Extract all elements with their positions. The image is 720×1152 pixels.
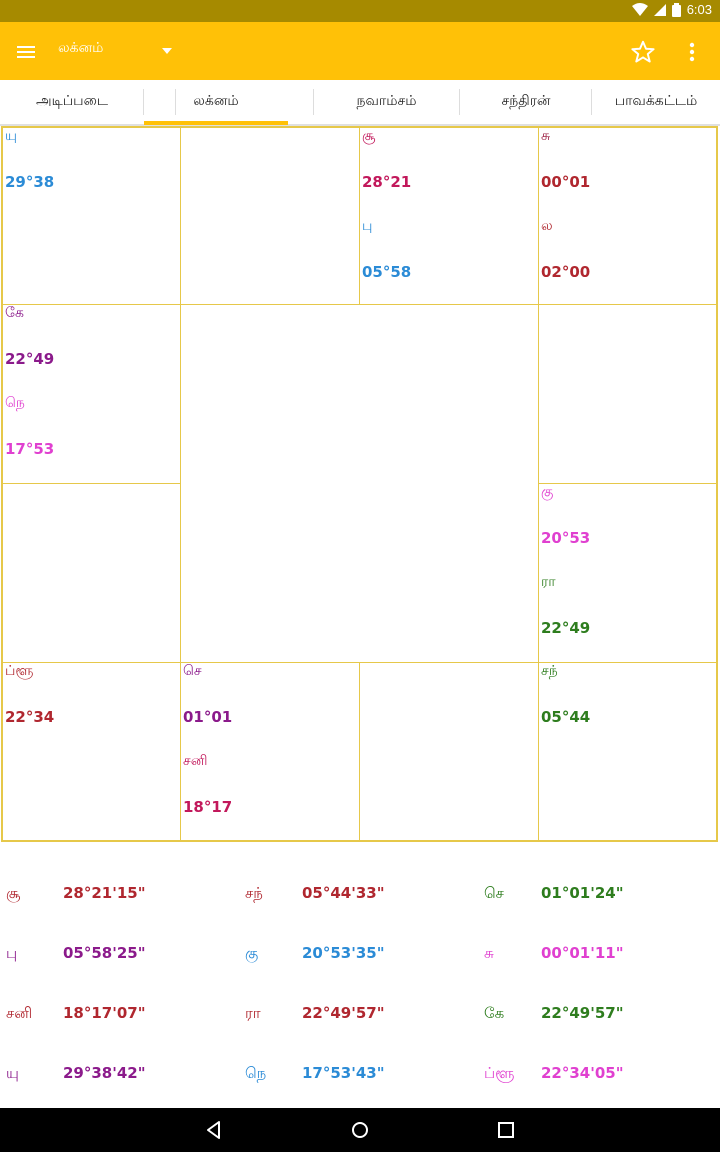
house-cell[interactable] (180, 127, 360, 305)
planet-degree: 00°01 (541, 173, 591, 191)
house-cell[interactable] (2, 483, 181, 663)
planet-degree: 22°34 (5, 708, 55, 726)
signal-icon (653, 3, 666, 16)
table-row: சூ 28°21'15" சந் 05°44'33" செ 01°01'24" (0, 884, 720, 914)
planet-degree: 01°01 (183, 708, 233, 726)
planet-abbr: பு (362, 218, 373, 234)
tab-label: பாவக்கட்டம் (614, 93, 698, 109)
planet-longitude: 22°49'57" (302, 1004, 385, 1022)
planet-abbr: சந் (245, 884, 263, 902)
planet-degree: 05°44 (541, 708, 591, 726)
planet-longitude: 18°17'07" (63, 1004, 146, 1022)
table-row: சனி 18°17'07" ரா 22°49'57" கே 22°49'57" (0, 1004, 720, 1034)
planet-abbr: சனி (6, 1004, 33, 1022)
table-row: பு 05°58'25" கு 20°53'35" சு 00°01'11" (0, 944, 720, 974)
tab-bar: அடிப்படை லக்னம் நவாம்சம் சந்திரன் பாவக்க… (0, 80, 720, 126)
tab-label: லக்னம் (193, 93, 239, 109)
tab-chandran[interactable]: சந்திரன் (460, 80, 592, 124)
planet-degree: 22°49 (541, 619, 591, 637)
house-cell[interactable]: சந் 05°44 (538, 662, 717, 841)
planet-abbr: சந் (541, 663, 558, 679)
tab-bhava[interactable]: பாவக்கட்டம் (592, 80, 720, 124)
chart-center (180, 304, 539, 663)
planet-abbr: கு (541, 484, 554, 500)
planet-abbr: செ (183, 663, 202, 679)
planet-degree: 02°00 (541, 263, 591, 281)
planet-longitude: 20°53'35" (302, 944, 385, 962)
planet-longitude: 17°53'43" (302, 1064, 385, 1082)
planet-abbr: ரா (245, 1004, 261, 1022)
planet-abbr: ப்ளூ (484, 1064, 515, 1082)
planet-degree: 22°49 (5, 350, 55, 368)
house-cell[interactable]: ப்ளூ 22°34 (2, 662, 181, 841)
app-title[interactable]: லக்னம் (58, 40, 103, 58)
house-cell[interactable]: யு 29°38 (2, 127, 181, 305)
battery-icon (671, 2, 681, 17)
table-row: யு 29°38'42" நெ 17°53'43" ப்ளூ 22°34'05" (0, 1064, 720, 1094)
planet-degree: 28°21 (362, 173, 412, 191)
planet-abbr: சூ (362, 128, 376, 144)
planet-abbr: ரா (541, 574, 556, 590)
tab-label: நவாம்சம் (356, 93, 417, 109)
planet-longitude: 29°38'42" (63, 1064, 146, 1082)
planet-longitude: 00°01'11" (541, 944, 624, 962)
planet-abbr: கே (484, 1004, 505, 1022)
planet-abbr: சூ (6, 884, 21, 902)
planet-abbr: ப்ளூ (5, 663, 34, 679)
recents-icon[interactable] (494, 1118, 518, 1142)
planet-abbr: செ (484, 884, 504, 902)
planet-longitude: 05°44'33" (302, 884, 385, 902)
planet-longitude: 22°49'57" (541, 1004, 624, 1022)
house-cell[interactable]: சூ 28°21 பு 05°58 (359, 127, 539, 305)
tab-lagnam[interactable]: லக்னம் (144, 80, 288, 125)
house-cell[interactable]: கு 20°53 ரா 22°49 (538, 483, 717, 663)
planet-abbr: சனி (183, 753, 208, 769)
tab-label: அடிப்படை (36, 93, 108, 109)
planet-abbr: நெ (245, 1064, 267, 1082)
house-cell[interactable] (538, 304, 717, 484)
planet-degree: 05°58 (362, 263, 412, 281)
app-bar: லக்னம் (0, 22, 720, 80)
planet-abbr: கே (5, 305, 24, 321)
planet-degree: 17°53 (5, 440, 55, 458)
planet-degree: 20°53 (541, 529, 591, 547)
back-icon[interactable] (202, 1118, 226, 1142)
navigation-bar (0, 1108, 720, 1152)
tab-navamsam[interactable]: நவாம்சம் (313, 80, 460, 124)
planet-abbr: நெ (5, 395, 25, 411)
wifi-icon (631, 2, 648, 16)
planet-abbr: ல (541, 218, 553, 234)
tab-basic[interactable]: அடிப்படை (0, 80, 144, 124)
planet-abbr: சு (484, 944, 494, 962)
home-icon[interactable] (348, 1118, 372, 1142)
planet-degree: 29°38 (5, 173, 55, 191)
planet-abbr: கு (245, 944, 259, 962)
planet-longitude: 28°21'15" (63, 884, 146, 902)
dropdown-caret-icon[interactable] (160, 46, 174, 56)
planet-abbr: யு (6, 1064, 19, 1082)
clock: 6:03 (686, 2, 712, 17)
status-icons: 6:03 (631, 2, 712, 17)
tab-label: சந்திரன் (501, 93, 551, 109)
planet-longitude: 22°34'05" (541, 1064, 624, 1082)
planet-abbr: சு (541, 128, 551, 144)
house-cell[interactable]: செ 01°01 சனி 18°17 (180, 662, 360, 841)
star-icon[interactable] (630, 39, 656, 65)
house-cell[interactable]: கே 22°49 நெ 17°53 (2, 304, 181, 484)
rasi-chart: யு 29°38 சூ 28°21 பு 05°58 சு 00°01 ல 02°00 கே 2… (1, 126, 718, 842)
menu-icon[interactable] (14, 40, 38, 64)
planet-abbr: யு (5, 128, 18, 144)
planet-abbr: பு (6, 944, 18, 962)
planet-degree: 18°17 (183, 798, 233, 816)
status-bar: 6:03 (0, 0, 720, 22)
house-cell[interactable]: சு 00°01 ல 02°00 (538, 127, 717, 305)
more-vert-icon[interactable] (686, 39, 698, 65)
planet-longitude: 05°58'25" (63, 944, 146, 962)
planet-longitude: 01°01'24" (541, 884, 624, 902)
house-cell[interactable] (359, 662, 539, 841)
